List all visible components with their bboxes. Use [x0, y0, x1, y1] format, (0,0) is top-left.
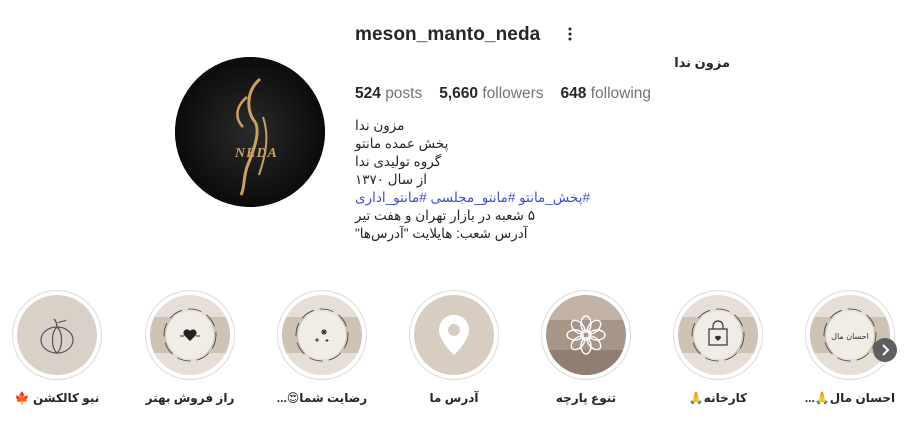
posts-stat[interactable]: 524 posts [355, 85, 422, 103]
following-stat[interactable]: 648 following [561, 85, 652, 103]
highlight-label: راز فروش بهتر [145, 391, 235, 405]
highlight-cover [678, 295, 758, 375]
highlight-ring[interactable] [277, 290, 367, 380]
highlight-ring[interactable] [12, 290, 102, 380]
following-label: following [590, 85, 652, 102]
highlight-ring[interactable] [541, 290, 631, 380]
highlight-item[interactable]: کارخانه🙏 [663, 290, 773, 405]
highlight-item[interactable]: نیو کالکشن 🍁 [2, 290, 112, 405]
bio-line: ۵ شعبه در بازار تهران و هفت تیر [355, 208, 535, 223]
highlight-label: احسان مال🙏... [804, 391, 896, 405]
highlight-cover [150, 295, 230, 375]
location-pin-icon [439, 315, 469, 355]
bio-line: گروه تولیدی ندا [355, 154, 442, 169]
neda-logo: NEDA [175, 57, 325, 207]
highlight-item[interactable]: راز فروش بهتر [135, 290, 245, 405]
highlight-ring[interactable] [673, 290, 763, 380]
sparkle-icon [282, 295, 362, 375]
highlight-inner-text: احسان مال [831, 332, 869, 341]
followers-label: followers [482, 85, 544, 102]
highlights-next-button[interactable] [873, 338, 897, 362]
bio-line: پخش عمده مانتو [355, 136, 449, 151]
highlight-label: نیو کالکشن 🍁 [14, 391, 100, 405]
bio-line: مزون ندا [355, 118, 405, 133]
heart-icon [150, 295, 230, 375]
highlight-ring[interactable] [409, 290, 499, 380]
highlight-label: رضایت شما😍... [276, 391, 368, 405]
bio-hashtags[interactable]: #پخش_مانتو #مانتو_مجلسی #مانتو_اداری [355, 189, 590, 207]
signature-icon: احسان مال [810, 295, 890, 375]
highlight-item[interactable]: رضایت شما😍... [267, 290, 377, 405]
highlight-label: کارخانه🙏 [688, 391, 748, 405]
flower-icon [546, 295, 626, 375]
profile-stats: 524 posts 5,660 followers 648 following [355, 85, 651, 103]
followers-stat[interactable]: 5,660 followers [439, 85, 543, 103]
highlight-cover [17, 295, 97, 375]
profile-avatar[interactable]: NEDA [175, 57, 325, 207]
highlight-label: تنوع پارچه [555, 391, 617, 405]
followers-count: 5,660 [439, 85, 479, 102]
bio-line: از سال ۱۳۷۰ [355, 172, 428, 187]
bio-line: آدرس شعب: هایلایت "آدرس‌ها" [355, 226, 528, 241]
username: meson_manto_neda [355, 24, 541, 45]
highlight-cover [546, 295, 626, 375]
highlight-cover [282, 295, 362, 375]
full-name: مزون ندا [674, 55, 730, 70]
profile-bio: مزون ندا پخش عمده مانتو گروه تولیدی ندا … [355, 117, 590, 243]
posts-label: posts [385, 85, 423, 102]
more-dots-icon [568, 27, 572, 41]
posts-count: 524 [355, 85, 381, 102]
highlight-label: آدرس ما [429, 391, 479, 405]
highlight-item[interactable]: آدرس ما [399, 290, 509, 405]
highlight-ring[interactable]: احسان مال [805, 290, 895, 380]
chevron-right-icon [882, 344, 890, 356]
pumpkin-icon [40, 318, 74, 354]
following-count: 648 [560, 85, 587, 102]
highlight-cover [414, 295, 494, 375]
avatar-text: NEDA [234, 146, 278, 161]
shopping-bag-icon [678, 295, 758, 375]
highlight-cover: احسان مال [810, 295, 890, 375]
highlight-item[interactable]: تنوع پارچه [531, 290, 641, 405]
highlight-ring[interactable] [145, 290, 235, 380]
more-options-button[interactable] [560, 24, 580, 44]
